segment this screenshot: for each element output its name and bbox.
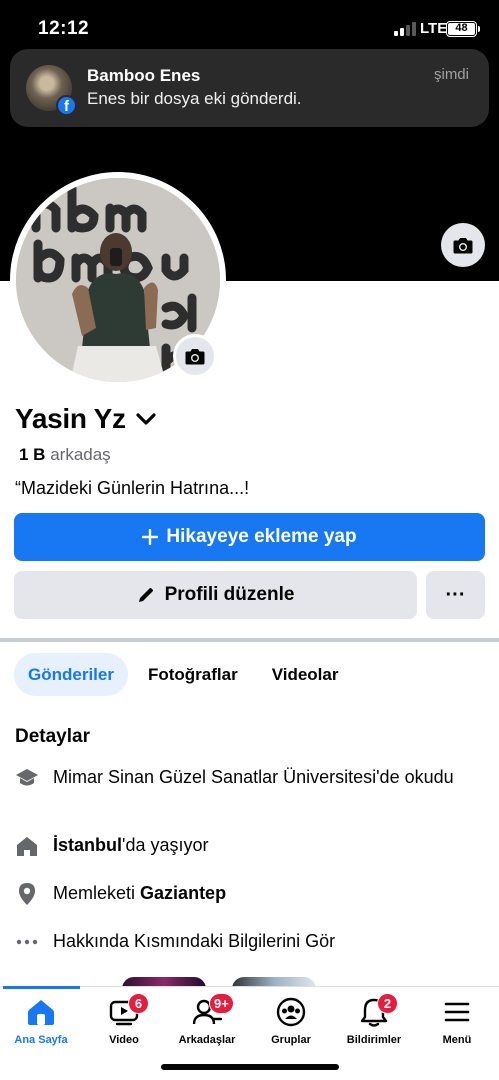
home-icon xyxy=(28,1000,54,1025)
nav-video[interactable]: 6 Video xyxy=(84,993,164,1046)
tab-photos[interactable]: Fotoğraflar xyxy=(134,653,252,696)
nav-home[interactable]: Ana Sayfa xyxy=(1,995,81,1046)
lives-in-suffix: 'da yaşıyor xyxy=(122,835,209,855)
facebook-icon: f xyxy=(56,95,77,116)
details-title: Detaylar xyxy=(15,726,90,747)
nav-notifications[interactable]: 2 Bildirimler xyxy=(334,993,414,1046)
notification-message: Enes bir dosya eki gönderdi. xyxy=(87,89,302,108)
more-options-button[interactable]: ··· xyxy=(426,571,485,619)
lives-in-text: İstanbul'da yaşıyor xyxy=(53,833,209,857)
ellipsis-icon xyxy=(15,930,39,954)
edit-profile-button[interactable]: Profili düzenle xyxy=(14,571,417,619)
hometown-text: Memleketi Gaziantep xyxy=(53,881,226,905)
add-story-label: Hikayeye ekleme yap xyxy=(166,526,357,547)
nav-friends[interactable]: 9+ Arkadaşlar xyxy=(167,993,247,1046)
profile-bio: “Mazideki Günlerin Hatrına...! xyxy=(15,478,250,498)
add-story-button[interactable]: Hikayeye ekleme yap xyxy=(14,513,485,561)
video-badge: 6 xyxy=(128,993,149,1014)
profile-name: Yasin Yz xyxy=(15,403,126,434)
education-text: Mimar Sinan Güzel Sanatlar Üniversitesi'… xyxy=(53,767,454,787)
chevron-down-icon xyxy=(136,413,156,425)
nav-video-label: Video xyxy=(109,1034,139,1046)
battery-icon: 48 xyxy=(446,21,477,37)
camera-icon xyxy=(185,348,205,364)
hometown-city[interactable]: Gaziantep xyxy=(140,883,226,903)
nav-friends-label: Arkadaşlar xyxy=(178,1034,236,1046)
home-icon xyxy=(15,834,39,858)
detail-about-link[interactable]: Hakkında Kısmındaki Bilgilerini Gör xyxy=(15,929,335,954)
nav-home-label: Ana Sayfa xyxy=(14,1034,68,1046)
nav-menu-label: Menü xyxy=(442,1034,472,1046)
active-tab-indicator xyxy=(3,986,80,989)
menu-icon xyxy=(444,1002,470,1022)
friends-badge: 9+ xyxy=(209,993,234,1014)
home-indicator xyxy=(161,1064,339,1070)
edit-profile-label: Profili düzenle xyxy=(164,584,295,605)
detail-hometown: Memleketi Gaziantep xyxy=(15,881,226,906)
profile-camera-button[interactable] xyxy=(173,334,217,378)
status-bar: 12:12 LTE 48 xyxy=(0,0,499,48)
groups-icon xyxy=(276,997,306,1027)
detail-education: Mimar Sinan Güzel Sanatlar Üniversitesi'… xyxy=(15,765,475,790)
network-type: LTE xyxy=(420,20,448,37)
nav-notifications-label: Bildirimler xyxy=(346,1034,402,1046)
nav-groups-label: Gruplar xyxy=(271,1034,311,1046)
signal-icon xyxy=(394,22,416,36)
hometown-prefix: Memleketi xyxy=(53,883,136,903)
friends-label: arkadaş xyxy=(50,445,111,464)
camera-icon xyxy=(453,237,473,253)
nav-menu[interactable]: Menü xyxy=(417,995,497,1046)
friends-count: 1 B xyxy=(19,445,46,464)
notifications-badge: 2 xyxy=(377,993,398,1014)
battery-level: 48 xyxy=(448,23,475,35)
tab-posts[interactable]: Gönderiler xyxy=(14,653,128,696)
tab-videos[interactable]: Videolar xyxy=(258,653,353,696)
notification-banner[interactable]: Bamboo Enes Enes bir dosya eki gönderdi.… xyxy=(10,49,489,127)
notification-time: şimdi xyxy=(433,66,469,83)
plus-icon xyxy=(142,529,159,545)
about-link-text: Hakkında Kısmındaki Bilgilerini Gör xyxy=(53,931,336,951)
pencil-icon xyxy=(138,588,153,602)
profile-tabs: Gönderiler Fotoğraflar Videolar xyxy=(14,653,352,696)
more-icon: ··· xyxy=(445,583,466,606)
section-divider xyxy=(0,638,499,642)
lives-in-city[interactable]: İstanbul xyxy=(53,835,122,855)
cover-camera-button[interactable] xyxy=(441,223,485,267)
friends-count-link[interactable]: 1 B arkadaş xyxy=(19,445,111,465)
location-pin-icon xyxy=(15,882,39,906)
detail-lives-in: İstanbul'da yaşıyor xyxy=(15,833,209,858)
battery-tip xyxy=(478,26,480,32)
graduation-cap-icon xyxy=(15,766,39,790)
status-time: 12:12 xyxy=(38,18,90,39)
nav-groups[interactable]: Gruplar xyxy=(251,995,331,1046)
profile-name-row[interactable]: Yasin Yz xyxy=(15,403,156,435)
notification-sender: Bamboo Enes xyxy=(87,66,201,85)
